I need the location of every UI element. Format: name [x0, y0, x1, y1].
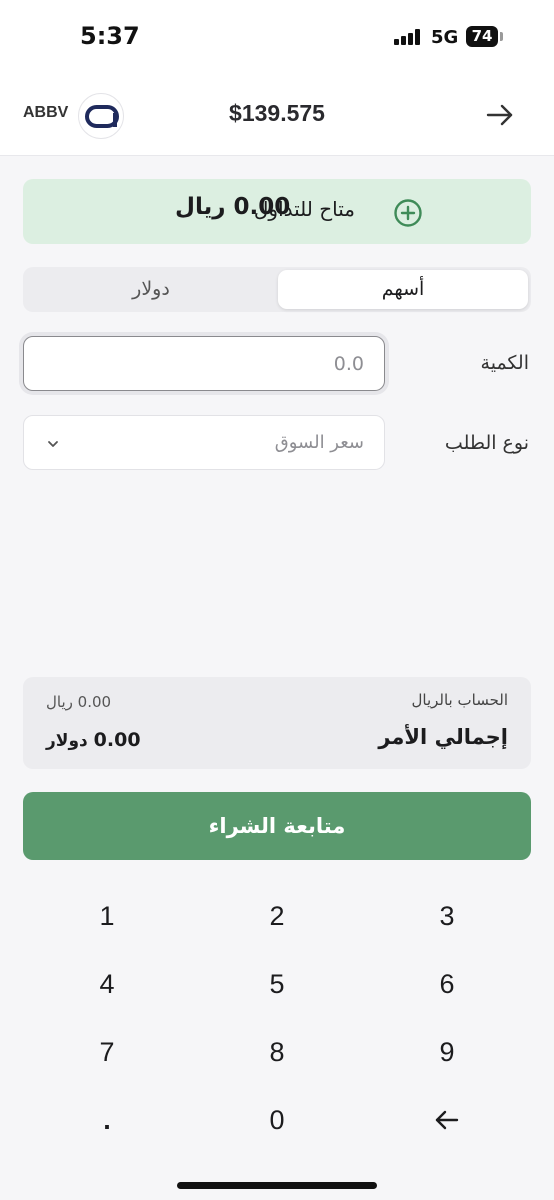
- quantity-label: الكمية: [480, 352, 529, 374]
- key-2[interactable]: 2: [197, 886, 357, 946]
- stock-header: ABBV $139.575: [0, 76, 554, 156]
- backspace-arrow-icon: [435, 1110, 459, 1130]
- order-total-label: إجمالي الأمر: [378, 725, 508, 749]
- total-sar-value: 0.00 ريال: [46, 693, 112, 711]
- key-9[interactable]: 9: [367, 1022, 527, 1082]
- key-6[interactable]: 6: [367, 954, 527, 1014]
- continue-purchase-button[interactable]: متابعة الشراء: [23, 792, 531, 860]
- key-3[interactable]: 3: [367, 886, 527, 946]
- total-usd-value: 0.00 دولار: [46, 729, 141, 751]
- cellular-signal-icon: [394, 29, 424, 45]
- status-bar: 5:37 5G 74: [0, 0, 554, 76]
- tab-shares[interactable]: أسهم: [278, 270, 528, 309]
- key-4[interactable]: 4: [27, 954, 187, 1014]
- battery-cap: [500, 32, 503, 41]
- key-1[interactable]: 1: [27, 886, 187, 946]
- tab-dollars[interactable]: دولار: [26, 270, 276, 309]
- key-0[interactable]: 0: [197, 1090, 357, 1150]
- key-7[interactable]: 7: [27, 1022, 187, 1082]
- total-usd-amount: 0.00: [93, 729, 141, 751]
- key-8[interactable]: 8: [197, 1022, 357, 1082]
- available-balance-card: 0.00 ريال متاح للتداول: [23, 179, 531, 244]
- key-decimal[interactable]: .: [27, 1090, 187, 1150]
- stock-price: $139.575: [229, 100, 325, 126]
- key-5[interactable]: 5: [197, 954, 357, 1014]
- account-currency-label: الحساب بالريال: [411, 691, 509, 709]
- unit-segmented-control: أسهم دولار: [23, 267, 531, 312]
- quantity-input[interactable]: [23, 336, 385, 391]
- numeric-keypad: 1 2 3 4 5 6 7 8 9 . 0: [0, 880, 554, 1160]
- back-arrow-icon[interactable]: [484, 101, 516, 129]
- battery-icon: 74: [466, 26, 498, 47]
- order-type-label: نوع الطلب: [444, 432, 529, 454]
- available-label: متاح للتداول: [253, 197, 355, 221]
- backspace-key[interactable]: [367, 1090, 527, 1150]
- network-type: 5G: [431, 27, 459, 48]
- total-usd-unit: دولار: [46, 731, 88, 751]
- home-indicator: [177, 1182, 377, 1189]
- add-funds-icon[interactable]: [393, 198, 423, 228]
- status-time: 5:37: [80, 22, 140, 50]
- order-type-value: سعر السوق: [274, 432, 364, 453]
- chevron-down-icon: [46, 436, 60, 450]
- order-type-select[interactable]: سعر السوق: [23, 415, 385, 470]
- order-summary: الحساب بالريال إجمالي الأمر 0.00 ريال 0.…: [23, 677, 531, 769]
